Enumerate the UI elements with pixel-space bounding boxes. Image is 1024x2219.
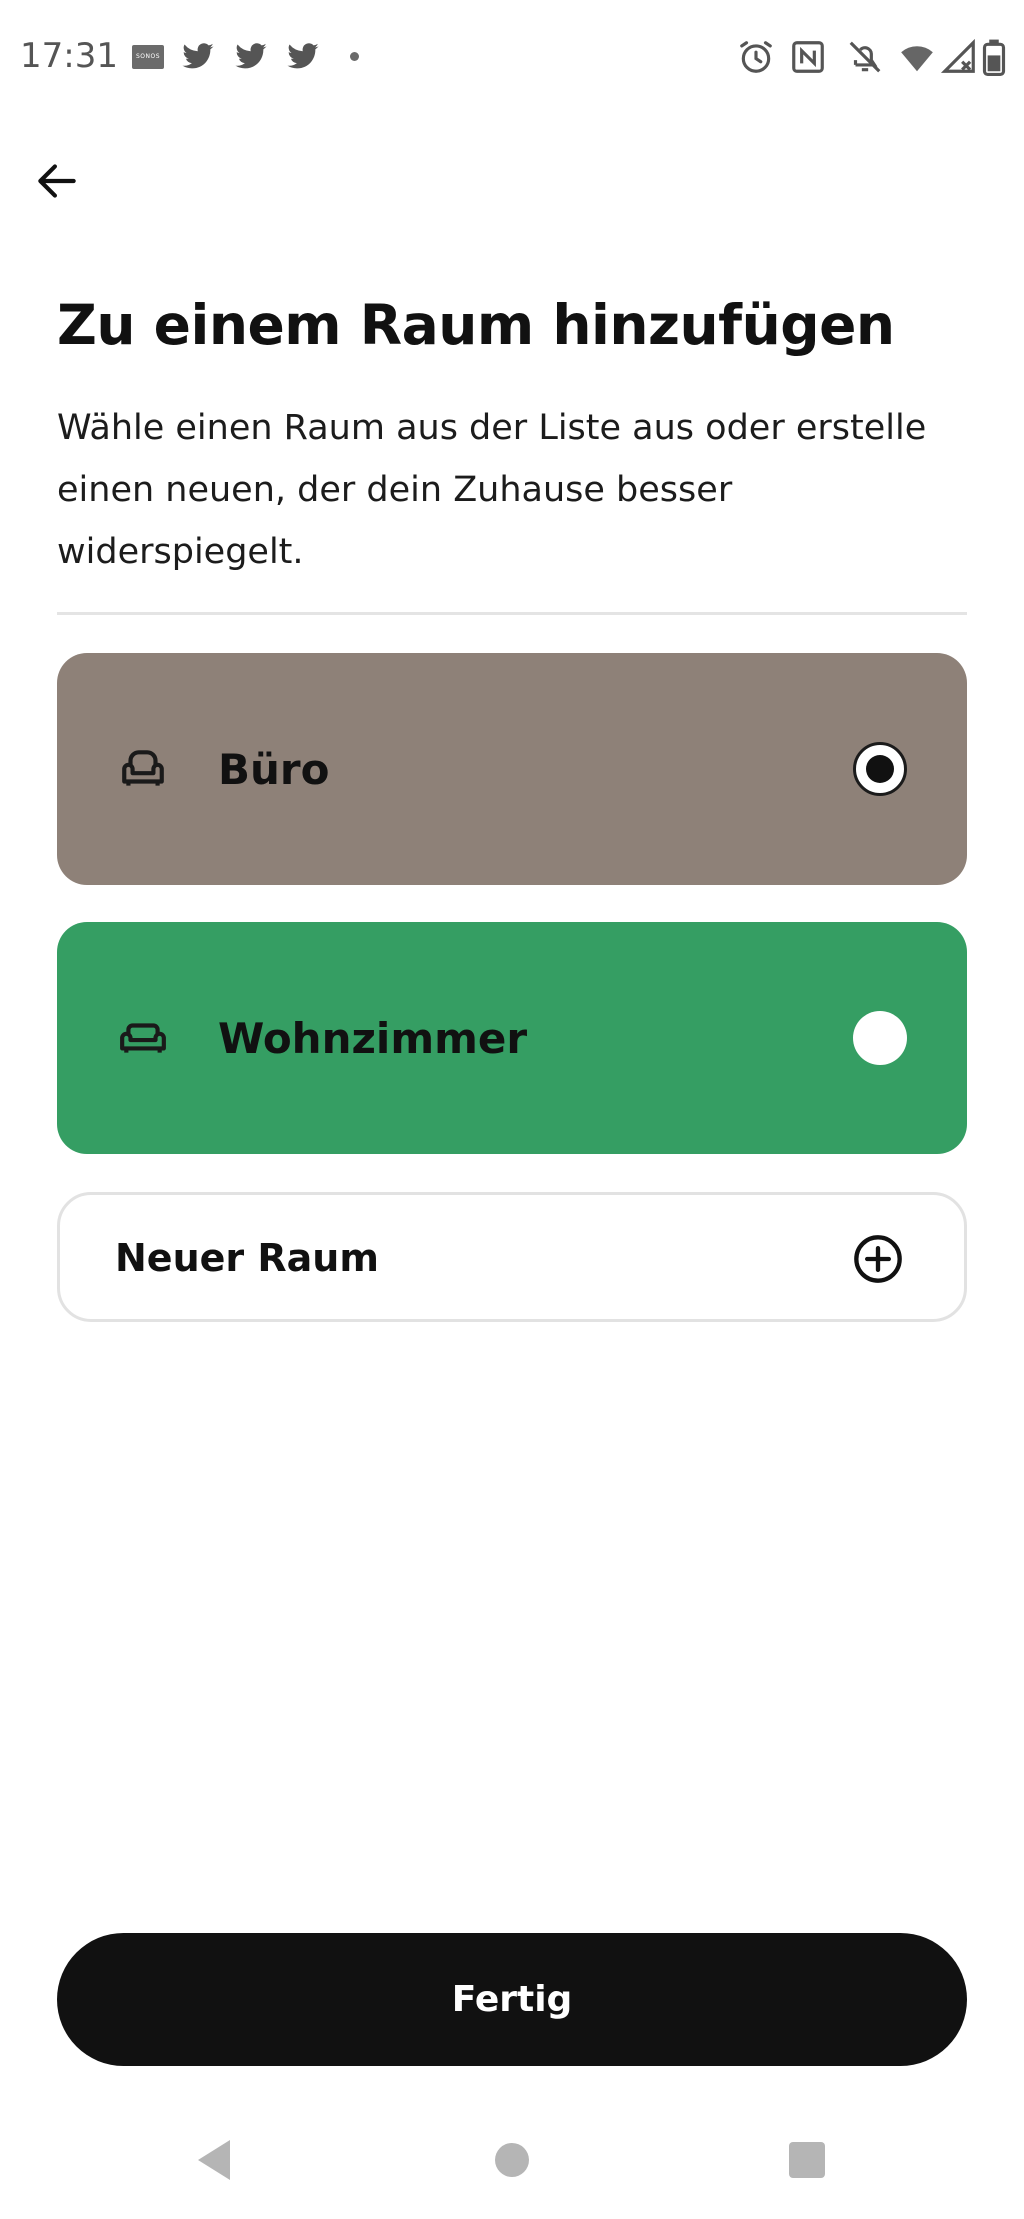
nfc-icon: [792, 41, 824, 73]
plus-circle-icon: [854, 1235, 902, 1283]
room-option-buero[interactable]: [57, 653, 967, 885]
page-title: Zu einem Raum hinzufügen: [57, 293, 895, 357]
nav-back-icon[interactable]: [194, 2138, 234, 2182]
battery-icon: [982, 39, 1006, 76]
room-label-buero: Büro: [218, 745, 330, 794]
divider: [57, 612, 967, 615]
status-time: 17:31: [20, 36, 118, 76]
twitter-icon: [235, 43, 267, 69]
signal-icon: [940, 38, 975, 73]
alarm-icon: [740, 41, 772, 73]
nav-recents-icon[interactable]: [789, 2142, 825, 2178]
twitter-icon: [287, 43, 319, 69]
room-label-wohnzimmer: Wohnzimmer: [218, 1014, 528, 1063]
page-description: Wähle einen Raum aus der Liste aus oder …: [57, 408, 927, 572]
sofa-icon: [120, 1023, 166, 1053]
notification-dot-icon: [350, 52, 359, 61]
done-button-label: Fertig: [451, 1979, 573, 2020]
sonos-icon: SONOS: [132, 45, 164, 69]
room-radio-buero[interactable]: [853, 742, 907, 796]
wifi-icon: [901, 46, 933, 72]
back-button[interactable]: [32, 156, 82, 206]
room-radio-wohnzimmer[interactable]: [853, 1011, 907, 1065]
notifications-off-icon: [849, 41, 881, 73]
armchair-icon: [122, 750, 164, 786]
new-room-label: Neuer Raum: [115, 1236, 379, 1280]
nav-home-icon[interactable]: [495, 2143, 529, 2177]
twitter-icon: [182, 43, 214, 69]
